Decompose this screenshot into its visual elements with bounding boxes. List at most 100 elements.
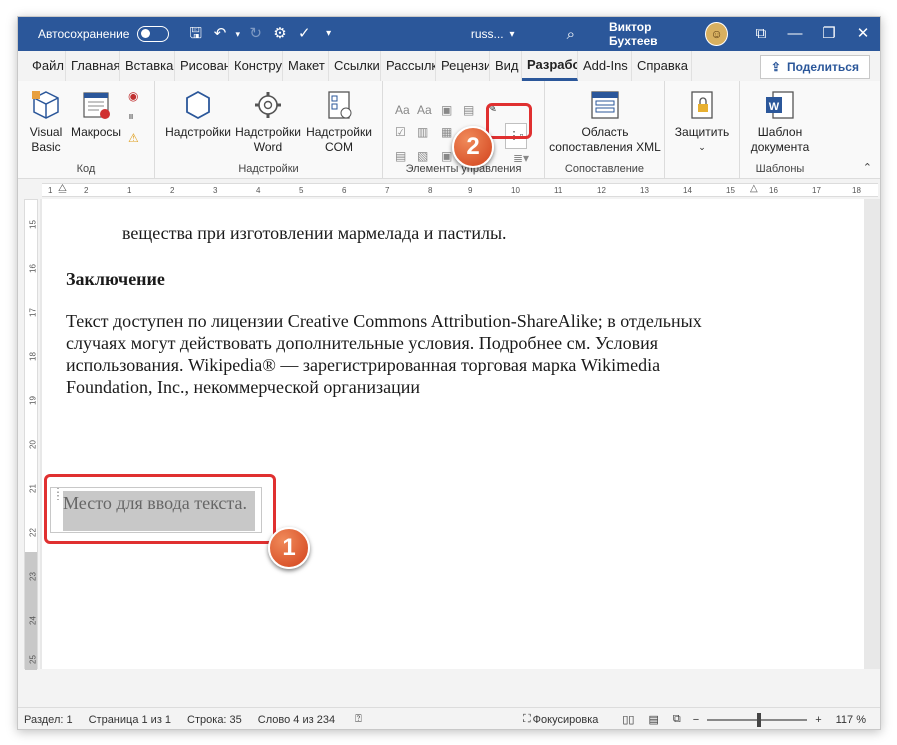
- protect-button[interactable]: Защитить ⌄: [669, 89, 735, 155]
- focus-mode-label[interactable]: Фокусировка: [533, 714, 599, 726]
- customize-icon[interactable]: ⚙: [268, 17, 292, 51]
- ruler-tick: 17: [28, 308, 38, 317]
- ruler-tick: 14: [683, 186, 692, 195]
- zoom-level[interactable]: 117 %: [836, 714, 866, 726]
- collapse-ribbon-icon[interactable]: ⌃: [863, 161, 872, 174]
- heading-conclusion[interactable]: Заключение: [66, 269, 165, 290]
- status-page[interactable]: Страница 1 из 1: [89, 714, 171, 726]
- macros-button[interactable]: Макросы: [68, 89, 124, 140]
- ruler-tick: 15: [28, 220, 38, 229]
- group-mapping-label: Сопоставление: [564, 163, 645, 175]
- word-addins-label: Надстройки Word: [235, 125, 301, 154]
- tab-insert[interactable]: Вставка: [120, 51, 175, 81]
- horizontal-ruler[interactable]: 1 ⧋ 2 1 2 3 4 5 6 7 8 9 10 11 12 13 14 1…: [42, 183, 878, 197]
- status-word[interactable]: Слово 4 из 234: [258, 714, 335, 726]
- undo-icon[interactable]: ↶: [208, 17, 232, 51]
- ruler-tick: 22: [28, 528, 38, 537]
- ruler-tick: 24: [28, 616, 38, 625]
- ruler-tick: 21: [28, 484, 38, 493]
- zoom-slider[interactable]: [707, 712, 808, 727]
- status-section[interactable]: Раздел: 1: [24, 714, 73, 726]
- macros-label: Макросы: [70, 125, 122, 139]
- xml-mapping-pane-button[interactable]: Область сопоставления XML: [547, 89, 663, 155]
- paragraph-line[interactable]: Foundation, Inc., некоммерческой организ…: [66, 377, 420, 398]
- tab-draw[interactable]: Рисован: [175, 51, 229, 81]
- user-name[interactable]: Виктор Бухтеев: [609, 20, 697, 48]
- com-addins-button[interactable]: Надстройки COM: [303, 89, 375, 155]
- combobox-control-icon: ▥: [417, 125, 429, 139]
- zoom-out-button[interactable]: −: [693, 714, 699, 726]
- group-control-icon: ▣: [441, 149, 453, 163]
- right-indent-marker-icon[interactable]: △: [750, 183, 758, 194]
- ruler-tick: 17: [812, 186, 821, 195]
- gear-icon: [255, 92, 281, 118]
- word-window: Автосохранение 🖫 ↶ ▾ ↻ ⚙ ✓ ▾ russ... ▾ ⌕…: [17, 16, 881, 730]
- save-icon[interactable]: 🖫: [183, 17, 207, 51]
- document-title[interactable]: russ...: [471, 27, 504, 41]
- chevron-down-icon[interactable]: ▾: [510, 29, 515, 40]
- tab-references[interactable]: Ссылки: [329, 51, 381, 81]
- ruler-tick: 15: [726, 186, 735, 195]
- tab-home[interactable]: Главная: [66, 51, 120, 81]
- tab-file[interactable]: Файл: [18, 51, 66, 81]
- zoom-slider-thumb[interactable]: [757, 712, 762, 727]
- share-button[interactable]: ⇪ Поделиться: [759, 55, 870, 79]
- tab-developer[interactable]: Разрабо: [522, 51, 578, 81]
- word-addins-button[interactable]: Надстройки Word: [233, 89, 303, 155]
- minimize-icon[interactable]: —: [778, 17, 812, 51]
- lock-document-icon: [691, 91, 713, 119]
- restore-icon[interactable]: ❐: [812, 17, 846, 51]
- tab-addins[interactable]: Add-Ins: [578, 51, 632, 81]
- group-protect: Защитить ⌄: [665, 81, 740, 179]
- focus-icon[interactable]: ⛶: [523, 713, 531, 726]
- tab-layout[interactable]: Макет: [283, 51, 329, 81]
- ruler-tick: 19: [28, 396, 38, 405]
- qat-dropdown-icon[interactable]: ▾: [317, 17, 341, 51]
- record-macro-icon[interactable]: ◉: [128, 89, 138, 103]
- ruler-tick: 1: [127, 186, 132, 195]
- close-icon[interactable]: ✕: [846, 17, 880, 51]
- ribbon-tabs: Файл Главная Вставка Рисован Констру Мак…: [18, 51, 880, 81]
- spelling-icon[interactable]: ✓: [292, 17, 316, 51]
- addins-button[interactable]: Надстройки: [163, 89, 233, 140]
- avatar[interactable]: ☺: [705, 22, 728, 46]
- paragraph-line[interactable]: случаях могут действовать дополнительные…: [66, 333, 658, 354]
- picture-control-icon: ▣: [441, 103, 453, 117]
- tab-view[interactable]: Вид: [490, 51, 522, 81]
- document-template-button[interactable]: W Шаблон документа: [744, 89, 816, 155]
- vertical-ruler[interactable]: 15 16 17 18 19 20 21 22 23 24 25: [24, 199, 38, 670]
- ribbon-display-icon[interactable]: ⧉: [744, 17, 778, 51]
- accessibility-icon[interactable]: ⍰: [355, 713, 362, 726]
- read-mode-icon[interactable]: ▯▯: [622, 713, 634, 726]
- title-bar: Автосохранение 🖫 ↶ ▾ ↻ ⚙ ✓ ▾ russ... ▾ ⌕…: [18, 17, 880, 51]
- web-layout-icon[interactable]: ⧉: [673, 713, 681, 726]
- visual-basic-label: Visual Basic: [29, 125, 63, 154]
- body-text-line[interactable]: вещества при изготовлении мармелада и па…: [122, 223, 507, 244]
- search-icon[interactable]: ⌕: [567, 26, 575, 43]
- tab-help[interactable]: Справка: [632, 51, 692, 81]
- autosave-label: Автосохранение: [38, 27, 130, 41]
- left-indent-marker-icon[interactable]: ⧋: [58, 183, 67, 194]
- group-addins: Надстройки Надстройки Word Надстройки CO…: [155, 81, 383, 179]
- ruler-tick: 2: [170, 186, 175, 195]
- document-page[interactable]: вещества при изготовлении мармелада и па…: [42, 199, 864, 669]
- paragraph-line[interactable]: использования. Wikipedia® — зарегистриро…: [66, 355, 660, 376]
- undo-dropdown-icon[interactable]: ▾: [232, 17, 243, 51]
- ruler-tick: 5: [299, 186, 304, 195]
- ruler-tick: 3: [213, 186, 218, 195]
- autosave-toggle[interactable]: [137, 26, 170, 42]
- tab-review[interactable]: Рецензи: [436, 51, 490, 81]
- ruler-tick: 8: [428, 186, 433, 195]
- macro-security-icon[interactable]: ⚠: [128, 131, 139, 145]
- tab-mailings[interactable]: Рассылк: [381, 51, 436, 81]
- zoom-in-button[interactable]: +: [815, 714, 821, 726]
- ruler-tick: 6: [342, 186, 347, 195]
- tab-design[interactable]: Констру: [229, 51, 283, 81]
- status-line[interactable]: Строка: 35: [187, 714, 242, 726]
- ruler-tick: 18: [28, 352, 38, 361]
- addins-label: Надстройки: [165, 125, 231, 139]
- paragraph-line[interactable]: Текст доступен по лицензии Creative Comm…: [66, 311, 702, 332]
- dropdown-control-icon: ▦: [441, 125, 453, 139]
- print-layout-icon[interactable]: ▤: [648, 713, 658, 726]
- visual-basic-button[interactable]: Visual Basic: [26, 89, 66, 155]
